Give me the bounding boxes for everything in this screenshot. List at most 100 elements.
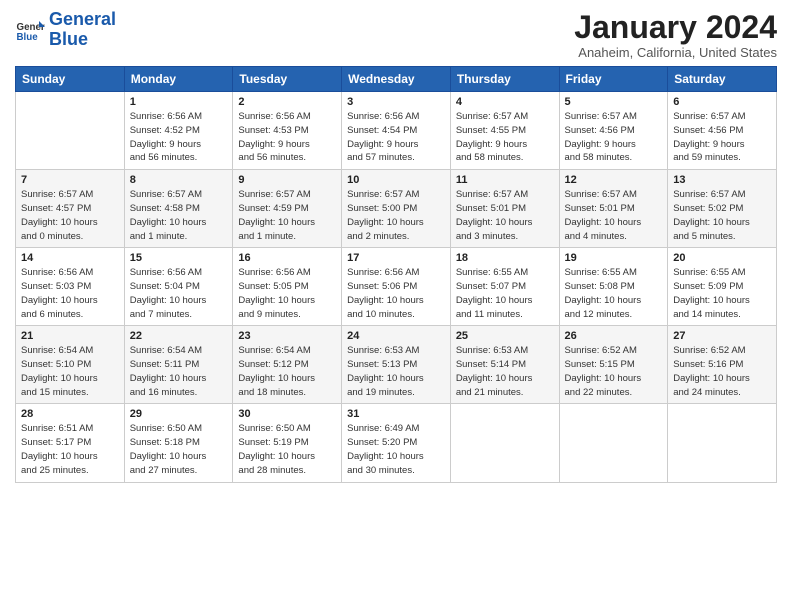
calendar-cell: 30Sunrise: 6:50 AMSunset: 5:19 PMDayligh… xyxy=(233,404,342,482)
day-number: 10 xyxy=(347,174,445,186)
day-number: 5 xyxy=(565,96,663,108)
day-info: Sunrise: 6:50 AMSunset: 5:19 PMDaylight:… xyxy=(238,422,336,477)
day-number: 12 xyxy=(565,174,663,186)
day-number: 25 xyxy=(456,330,554,342)
day-info: Sunrise: 6:56 AMSunset: 4:52 PMDaylight:… xyxy=(130,110,228,165)
day-info: Sunrise: 6:56 AMSunset: 4:53 PMDaylight:… xyxy=(238,110,336,165)
calendar-cell: 19Sunrise: 6:55 AMSunset: 5:08 PMDayligh… xyxy=(559,248,668,326)
weekday-header: Sunday xyxy=(16,67,125,92)
logo-icon: General Blue xyxy=(15,15,45,45)
week-row: 28Sunrise: 6:51 AMSunset: 5:17 PMDayligh… xyxy=(16,404,777,482)
day-info: Sunrise: 6:55 AMSunset: 5:08 PMDaylight:… xyxy=(565,266,663,321)
calendar-cell: 26Sunrise: 6:52 AMSunset: 5:15 PMDayligh… xyxy=(559,326,668,404)
day-info: Sunrise: 6:55 AMSunset: 5:07 PMDaylight:… xyxy=(456,266,554,321)
calendar-cell: 10 Sunrise: 6:57 AMSunset: 5:00 PMDayligh… xyxy=(342,170,451,248)
logo-blue: Blue xyxy=(49,29,88,49)
day-info: Sunrise: 6:57 AMSunset: 4:58 PMDaylight:… xyxy=(130,188,228,243)
calendar-cell: 23 Sunrise: 6:54 AMSunset: 5:12 PMDayligh… xyxy=(233,326,342,404)
day-number: 15 xyxy=(130,252,228,264)
day-number: 29 xyxy=(130,408,228,420)
day-number: 27 xyxy=(673,330,771,342)
day-number: 26 xyxy=(565,330,663,342)
calendar-cell: 27 Sunrise: 6:52 AMSunset: 5:16 PMDayligh… xyxy=(668,326,777,404)
calendar-cell: 17Sunrise: 6:56 AMSunset: 5:06 PMDayligh… xyxy=(342,248,451,326)
day-info: Sunrise: 6:50 AMSunset: 5:18 PMDaylight:… xyxy=(130,422,228,477)
day-info: Sunrise: 6:57 AMSunset: 5:02 PMDaylight:… xyxy=(673,188,771,243)
page-header: General Blue General Blue January 2024 A… xyxy=(15,10,777,60)
day-number: 7 xyxy=(21,174,119,186)
day-number: 20 xyxy=(673,252,771,264)
day-number: 6 xyxy=(673,96,771,108)
weekday-header: Tuesday xyxy=(233,67,342,92)
calendar-cell: 2 Sunrise: 6:56 AMSunset: 4:53 PMDaylight… xyxy=(233,92,342,170)
day-info: Sunrise: 6:57 AMSunset: 4:57 PMDaylight:… xyxy=(21,188,119,243)
calendar-cell: 3 Sunrise: 6:56 AMSunset: 4:54 PMDaylight… xyxy=(342,92,451,170)
logo-general: General xyxy=(49,9,116,29)
day-number: 3 xyxy=(347,96,445,108)
day-number: 1 xyxy=(130,96,228,108)
calendar-cell: 8 Sunrise: 6:57 AMSunset: 4:58 PMDaylight… xyxy=(124,170,233,248)
day-info: Sunrise: 6:51 AMSunset: 5:17 PMDaylight:… xyxy=(21,422,119,477)
day-info: Sunrise: 6:54 AMSunset: 5:10 PMDaylight:… xyxy=(21,344,119,399)
weekday-header: Friday xyxy=(559,67,668,92)
calendar-title: January 2024 xyxy=(574,10,777,45)
calendar-cell: 18Sunrise: 6:55 AMSunset: 5:07 PMDayligh… xyxy=(450,248,559,326)
day-info: Sunrise: 6:57 AMSunset: 4:55 PMDaylight:… xyxy=(456,110,554,165)
day-info: Sunrise: 6:57 AMSunset: 5:00 PMDaylight:… xyxy=(347,188,445,243)
day-number: 22 xyxy=(130,330,228,342)
day-info: Sunrise: 6:55 AMSunset: 5:09 PMDaylight:… xyxy=(673,266,771,321)
day-info: Sunrise: 6:56 AMSunset: 5:04 PMDaylight:… xyxy=(130,266,228,321)
calendar-cell: 14Sunrise: 6:56 AMSunset: 5:03 PMDayligh… xyxy=(16,248,125,326)
day-info: Sunrise: 6:49 AMSunset: 5:20 PMDaylight:… xyxy=(347,422,445,477)
calendar-cell: 5Sunrise: 6:57 AMSunset: 4:56 PMDaylight… xyxy=(559,92,668,170)
day-info: Sunrise: 6:53 AMSunset: 5:14 PMDaylight:… xyxy=(456,344,554,399)
day-number: 23 xyxy=(238,330,336,342)
weekday-row: SundayMondayTuesdayWednesdayThursdayFrid… xyxy=(16,67,777,92)
weekday-header: Monday xyxy=(124,67,233,92)
weekday-header: Saturday xyxy=(668,67,777,92)
day-info: Sunrise: 6:54 AMSunset: 5:12 PMDaylight:… xyxy=(238,344,336,399)
calendar-cell: 29 Sunrise: 6:50 AMSunset: 5:18 PMDayligh… xyxy=(124,404,233,482)
calendar-cell xyxy=(668,404,777,482)
svg-text:Blue: Blue xyxy=(17,32,39,43)
calendar-cell: 22 Sunrise: 6:54 AMSunset: 5:11 PMDayligh… xyxy=(124,326,233,404)
calendar-cell: 31Sunrise: 6:49 AMSunset: 5:20 PMDayligh… xyxy=(342,404,451,482)
day-number: 2 xyxy=(238,96,336,108)
day-info: Sunrise: 6:56 AMSunset: 5:05 PMDaylight:… xyxy=(238,266,336,321)
day-number: 13 xyxy=(673,174,771,186)
weekday-header: Thursday xyxy=(450,67,559,92)
day-number: 11 xyxy=(456,174,554,186)
day-number: 16 xyxy=(238,252,336,264)
week-row: 1 Sunrise: 6:56 AMSunset: 4:52 PMDaylight… xyxy=(16,92,777,170)
day-number: 21 xyxy=(21,330,119,342)
calendar-cell: 7 Sunrise: 6:57 AMSunset: 4:57 PMDaylight… xyxy=(16,170,125,248)
logo: General Blue General Blue xyxy=(15,10,116,50)
week-row: 14Sunrise: 6:56 AMSunset: 5:03 PMDayligh… xyxy=(16,248,777,326)
calendar-body: 1 Sunrise: 6:56 AMSunset: 4:52 PMDaylight… xyxy=(16,92,777,482)
calendar-cell: 15 Sunrise: 6:56 AMSunset: 5:04 PMDayligh… xyxy=(124,248,233,326)
day-number: 9 xyxy=(238,174,336,186)
day-number: 8 xyxy=(130,174,228,186)
day-info: Sunrise: 6:56 AMSunset: 5:06 PMDaylight:… xyxy=(347,266,445,321)
calendar-cell: 1 Sunrise: 6:56 AMSunset: 4:52 PMDaylight… xyxy=(124,92,233,170)
day-info: Sunrise: 6:56 AMSunset: 4:54 PMDaylight:… xyxy=(347,110,445,165)
weekday-header: Wednesday xyxy=(342,67,451,92)
calendar-cell: 20 Sunrise: 6:55 AMSunset: 5:09 PMDayligh… xyxy=(668,248,777,326)
week-row: 7 Sunrise: 6:57 AMSunset: 4:57 PMDaylight… xyxy=(16,170,777,248)
day-info: Sunrise: 6:57 AMSunset: 4:59 PMDaylight:… xyxy=(238,188,336,243)
day-info: Sunrise: 6:52 AMSunset: 5:16 PMDaylight:… xyxy=(673,344,771,399)
calendar-cell: 24Sunrise: 6:53 AMSunset: 5:13 PMDayligh… xyxy=(342,326,451,404)
day-info: Sunrise: 6:54 AMSunset: 5:11 PMDaylight:… xyxy=(130,344,228,399)
calendar-cell: 4 Sunrise: 6:57 AMSunset: 4:55 PMDaylight… xyxy=(450,92,559,170)
calendar-cell: 13 Sunrise: 6:57 AMSunset: 5:02 PMDayligh… xyxy=(668,170,777,248)
calendar-header: SundayMondayTuesdayWednesdayThursdayFrid… xyxy=(16,67,777,92)
title-area: January 2024 Anaheim, California, United… xyxy=(574,10,777,60)
day-number: 4 xyxy=(456,96,554,108)
calendar-subtitle: Anaheim, California, United States xyxy=(574,45,777,60)
calendar-cell: 16 Sunrise: 6:56 AMSunset: 5:05 PMDayligh… xyxy=(233,248,342,326)
day-info: Sunrise: 6:57 AMSunset: 4:56 PMDaylight:… xyxy=(673,110,771,165)
calendar-cell xyxy=(16,92,125,170)
calendar-cell: 25 Sunrise: 6:53 AMSunset: 5:14 PMDayligh… xyxy=(450,326,559,404)
day-info: Sunrise: 6:53 AMSunset: 5:13 PMDaylight:… xyxy=(347,344,445,399)
calendar-cell: 11Sunrise: 6:57 AMSunset: 5:01 PMDayligh… xyxy=(450,170,559,248)
